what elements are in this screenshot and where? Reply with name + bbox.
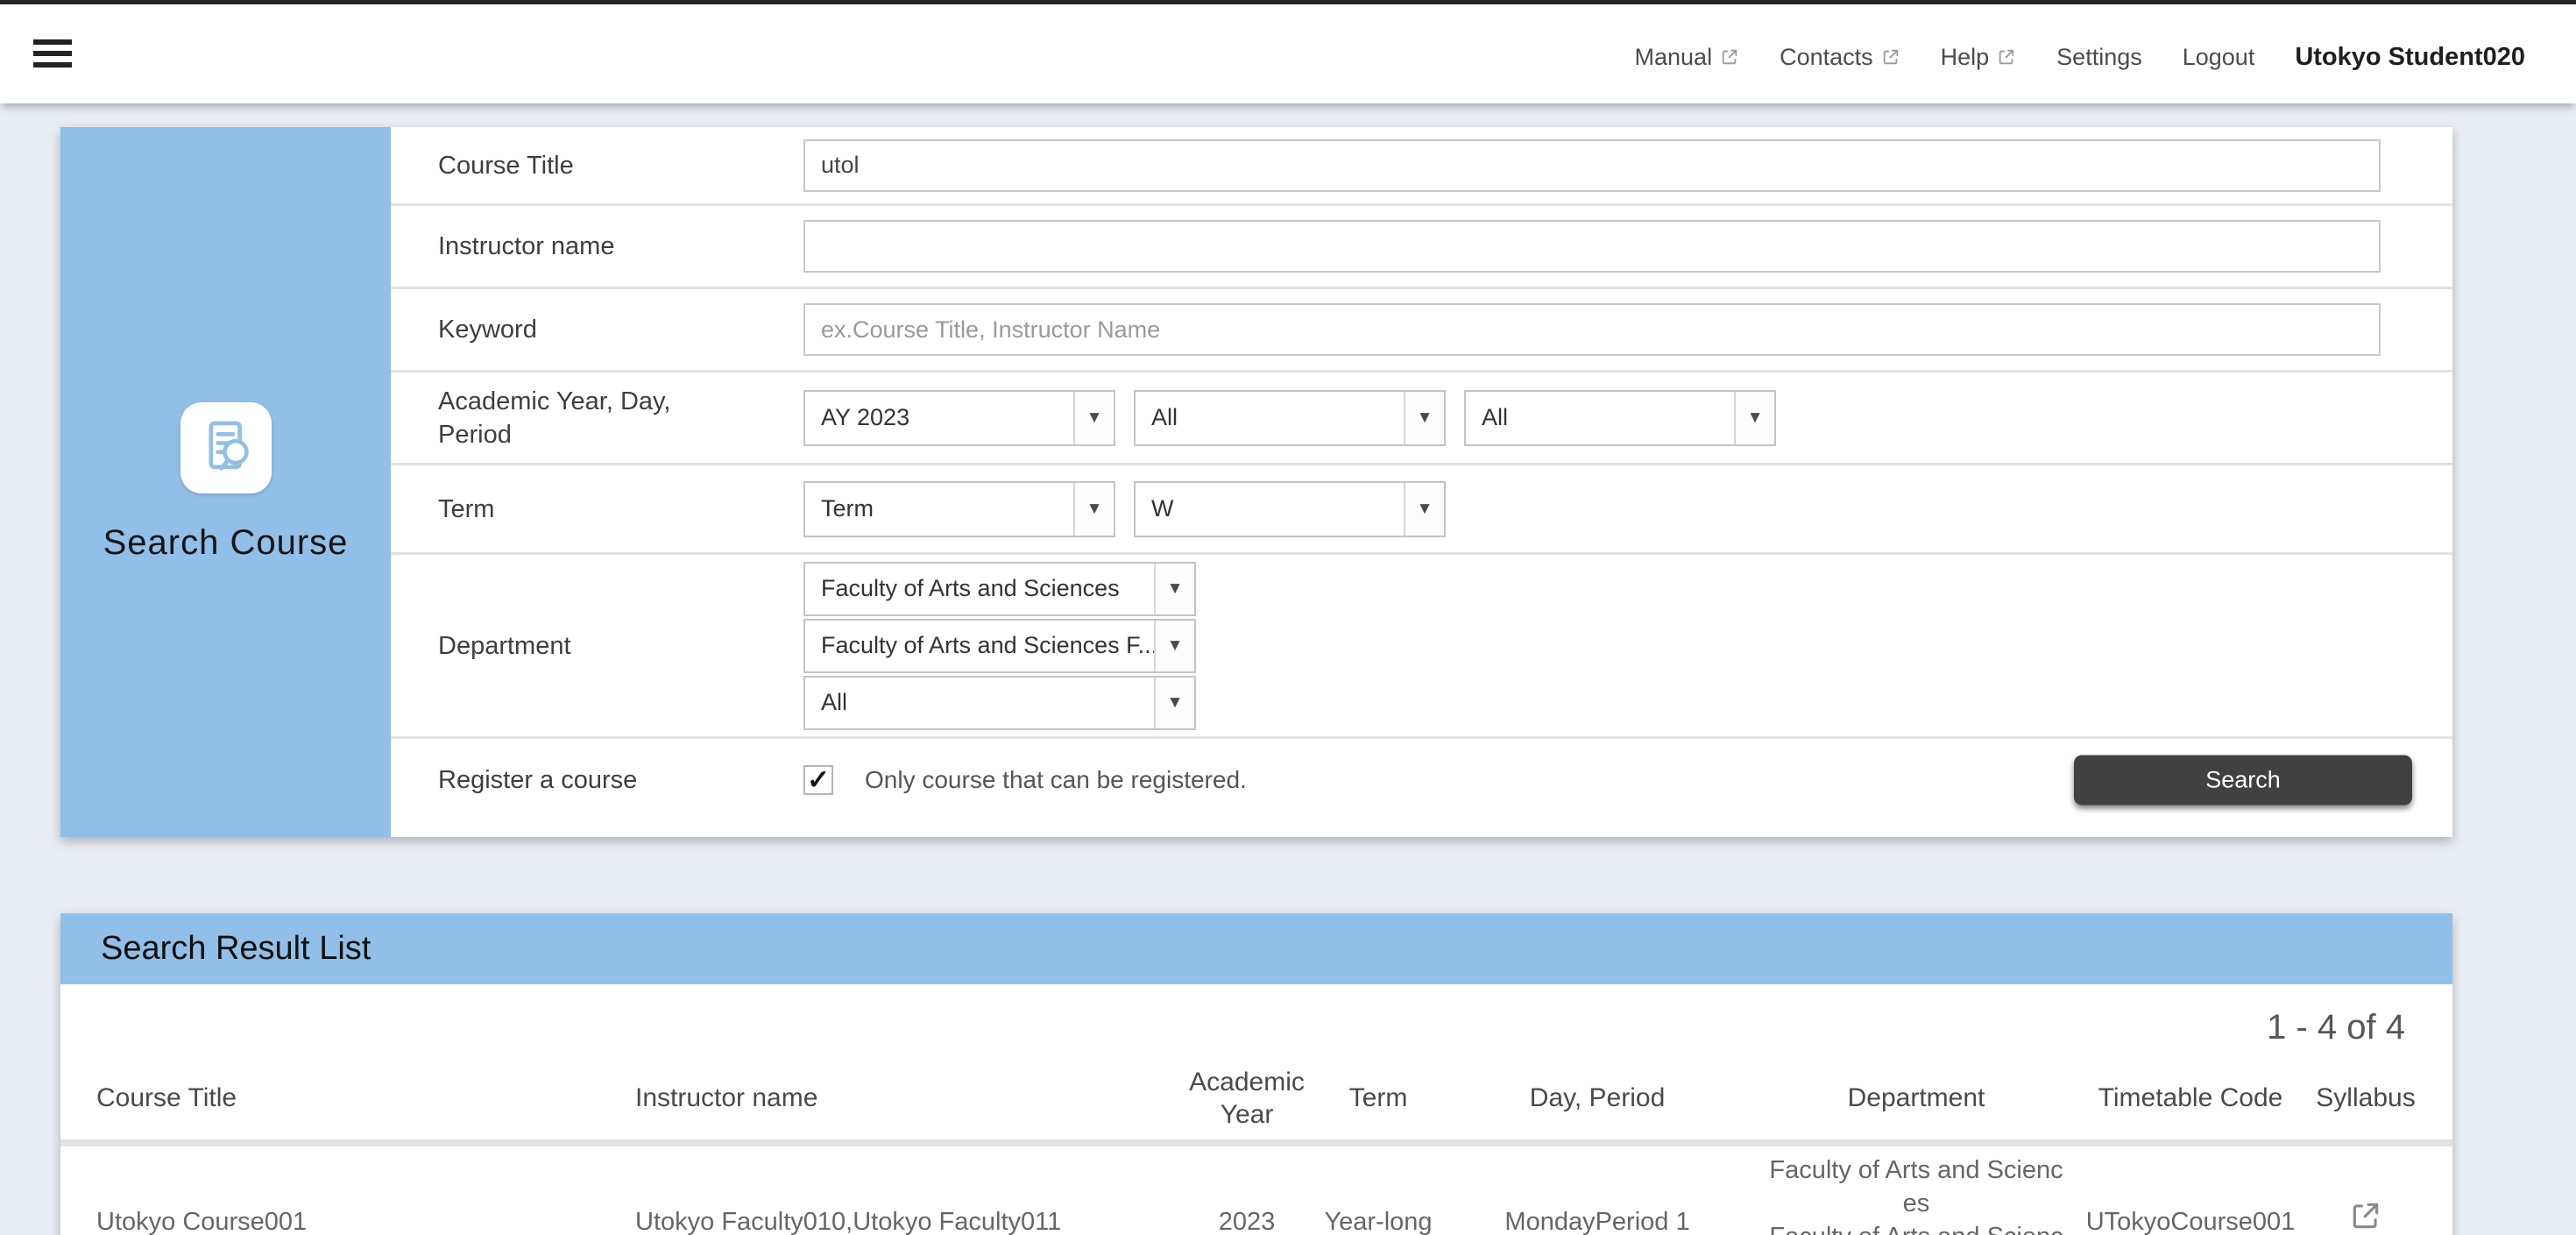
term-type-value: Term: [805, 483, 1073, 536]
chevron-down-icon: ▼: [1404, 483, 1444, 536]
department-value-2: Faculty of Arts and Sciences F...: [805, 621, 1154, 671]
search-result-title: Search Result List: [101, 930, 371, 968]
result-table-header: Course Title Instructor name Academic Ye…: [60, 1056, 2452, 1139]
col-header-term: Term: [1349, 1083, 1408, 1113]
day-select[interactable]: All ▼: [1134, 390, 1446, 446]
cell-timetable-code: UTokyoCourse001: [2086, 1208, 2296, 1235]
term-label: Term: [391, 493, 803, 526]
cell-day-period: MondayPeriod 1: [1504, 1208, 1689, 1235]
nav-settings-label: Settings: [2056, 44, 2142, 71]
nav-help-label: Help: [1941, 44, 1990, 71]
document-search-icon: [180, 402, 272, 493]
search-course-panel: Search Course Course Title Instructor na…: [60, 127, 2452, 837]
cell-syllabus[interactable]: [2349, 1199, 2382, 1235]
search-result-panel: Search Result List 1 - 4 of 4 Course Tit…: [60, 913, 2452, 1235]
col-header-day-period: Day, Period: [1530, 1083, 1666, 1113]
row-term: Term Term ▼ W ▼: [391, 465, 2452, 555]
col-header-department: Department: [1848, 1083, 1985, 1113]
cell-department: Faculty of Arts and Scienc es Faculty of…: [1750, 1153, 2083, 1235]
nav-logout[interactable]: Logout: [2183, 44, 2255, 71]
nav-settings[interactable]: Settings: [2056, 44, 2142, 71]
external-link-icon: [1997, 47, 2016, 67]
academic-year-value: AY 2023: [805, 392, 1073, 444]
register-label: Register a course: [391, 763, 803, 797]
result-count: 1 - 4 of 4: [2267, 1008, 2405, 1047]
instructor-label: Instructor name: [391, 230, 803, 263]
chevron-down-icon: ▼: [1404, 392, 1444, 444]
chevron-down-icon: ▼: [1734, 392, 1774, 444]
department-value-1: Faculty of Arts and Sciences: [805, 564, 1154, 614]
row-register: Register a course ✓ Only course that can…: [391, 739, 2452, 820]
search-course-sidebar: Search Course: [60, 127, 391, 837]
nav-contacts[interactable]: Contacts: [1780, 44, 1900, 71]
course-title-input[interactable]: [803, 139, 2381, 192]
cell-term: Year-long: [1324, 1208, 1432, 1235]
row-keyword: Keyword: [391, 289, 2452, 373]
chevron-down-icon: ▼: [1073, 392, 1114, 444]
col-header-timetable-code: Timetable Code: [2098, 1083, 2283, 1113]
nav-manual[interactable]: Manual: [1635, 44, 1740, 71]
top-bar: Manual Contacts Help: [0, 0, 2576, 103]
row-department: Department Faculty of Arts and Sciences …: [391, 555, 2452, 739]
col-header-instructor: Instructor name: [635, 1083, 817, 1113]
term-type-select[interactable]: Term ▼: [803, 481, 1115, 537]
chevron-down-icon: ▼: [1073, 483, 1114, 536]
department-select-1[interactable]: Faculty of Arts and Sciences ▼: [803, 562, 1196, 616]
period-value: All: [1466, 392, 1734, 444]
external-link-icon: [2349, 1199, 2382, 1232]
cell-academic-year: 2023: [1219, 1208, 1276, 1235]
keyword-label: Keyword: [391, 313, 803, 346]
register-checkbox-label: Only course that can be registered.: [865, 766, 1247, 794]
academic-label: Academic Year, Day, Period: [391, 385, 803, 451]
chevron-down-icon: ▼: [1154, 564, 1194, 614]
department-value-3: All: [805, 678, 1154, 728]
cell-instructor: Utokyo Faculty010,Utokyo Faculty011: [635, 1208, 1061, 1235]
department-select-2[interactable]: Faculty of Arts and Sciences F... ▼: [803, 619, 1196, 673]
nav-contacts-label: Contacts: [1780, 44, 1873, 71]
register-checkbox[interactable]: ✓: [803, 765, 833, 795]
table-row: Utokyo Course001 Utokyo Faculty010,Utoky…: [60, 1146, 2452, 1235]
term-value: W: [1136, 483, 1404, 536]
instructor-input[interactable]: [803, 220, 2381, 273]
external-link-icon: [1720, 47, 1739, 67]
chevron-down-icon: ▼: [1154, 678, 1194, 728]
course-title-label: Course Title: [391, 149, 803, 182]
row-instructor: Instructor name: [391, 206, 2452, 289]
nav-manual-label: Manual: [1635, 44, 1713, 71]
nav-help[interactable]: Help: [1941, 44, 2017, 71]
search-result-header: Search Result List: [60, 913, 2452, 984]
term-value-select[interactable]: W ▼: [1134, 481, 1446, 537]
period-select[interactable]: All ▼: [1464, 390, 1776, 446]
nav-logout-label: Logout: [2183, 44, 2255, 71]
check-icon: ✓: [807, 764, 830, 796]
external-link-icon: [1881, 47, 1900, 67]
table-header-divider: [60, 1139, 2452, 1146]
day-value: All: [1136, 392, 1404, 444]
cell-course-title[interactable]: Utokyo Course001: [96, 1208, 307, 1235]
row-academic-year-day-period: Academic Year, Day, Period AY 2023 ▼ All…: [391, 373, 2452, 465]
col-header-academic-year: Academic Year: [1171, 1066, 1322, 1131]
chevron-down-icon: ▼: [1154, 621, 1194, 671]
row-course-title: Course Title: [391, 127, 2452, 206]
top-navigation: Manual Contacts Help: [1635, 9, 2525, 105]
keyword-input[interactable]: [803, 303, 2381, 356]
col-header-course-title: Course Title: [96, 1083, 237, 1113]
academic-year-select[interactable]: AY 2023 ▼: [803, 390, 1115, 446]
page: Manual Contacts Help: [0, 0, 2576, 1235]
department-select-3[interactable]: All ▼: [803, 676, 1196, 730]
search-form: Course Title Instructor name Keyword: [391, 127, 2452, 820]
user-name: Utokyo Student020: [2295, 43, 2525, 72]
department-label: Department: [391, 629, 803, 663]
search-panel-title: Search Course: [103, 523, 349, 563]
col-header-syllabus: Syllabus: [2316, 1083, 2415, 1113]
hamburger-menu-icon[interactable]: [33, 39, 72, 69]
search-button[interactable]: Search: [2074, 755, 2412, 805]
